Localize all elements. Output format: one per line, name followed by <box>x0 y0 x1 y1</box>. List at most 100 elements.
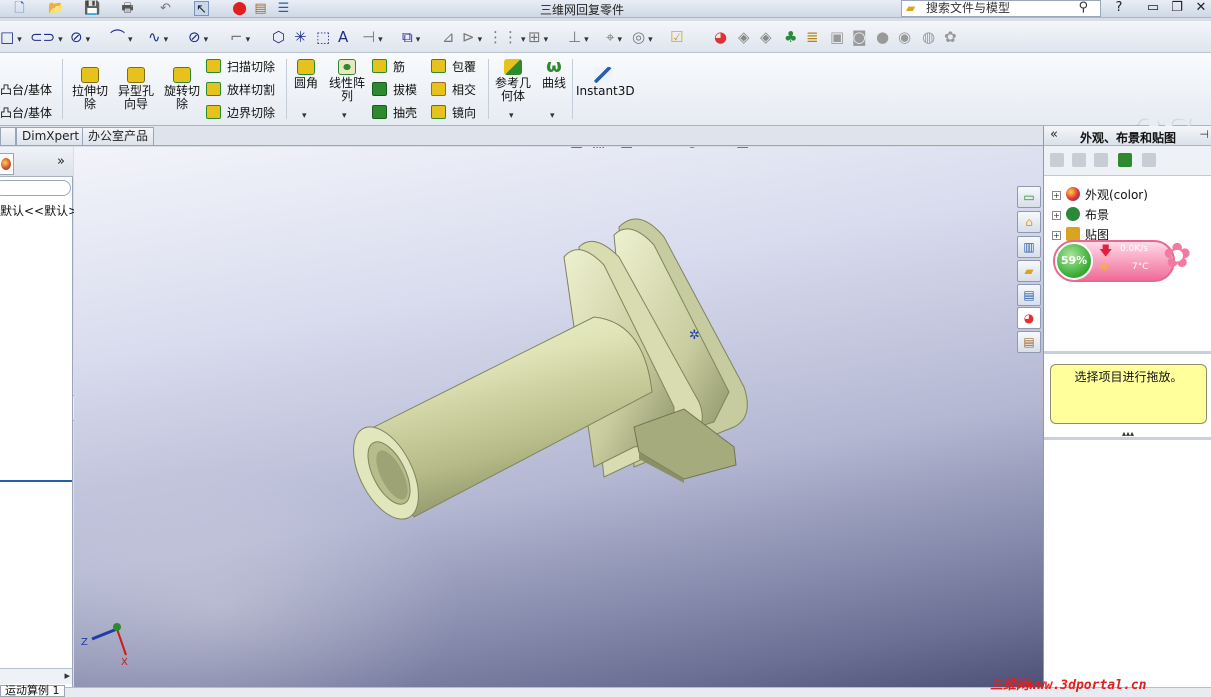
text-icon[interactable]: A <box>338 27 348 47</box>
circle-icon[interactable]: ⊘ <box>70 27 90 47</box>
revolve-cut-button[interactable]: 旋转切 除 <box>160 67 204 111</box>
linear-pattern-button[interactable]: 线性阵 列 <box>326 59 368 103</box>
move-entities-icon[interactable]: ⊳ <box>462 27 482 47</box>
save-icon[interactable]: 💾 <box>84 1 100 16</box>
smart-dimension-icon[interactable]: ⌖ <box>606 27 622 47</box>
horizontal-scrollbar[interactable] <box>0 668 72 684</box>
tab-dimxpert[interactable]: DimXpert <box>16 127 86 145</box>
graphics-viewport[interactable]: ✲ Z X ⊕ ⊕ ✎ ◫ ⬚ ▾ ■ ▾ ⊶ ▾ ◕ ♣ ▾ ▦ ▾ <box>74 147 1043 687</box>
lofted-cut-button[interactable]: 放样切割 <box>206 81 275 99</box>
part-model[interactable]: ✲ Z X <box>74 147 1043 687</box>
reference-geometry-button[interactable]: 参考几 何体 <box>492 59 534 103</box>
swept-cut-button[interactable]: 扫描切除 <box>206 58 275 76</box>
view-palette-tab[interactable]: ▤ <box>1017 284 1041 306</box>
render-region-icon[interactable]: ▣ <box>830 27 844 47</box>
back-icon[interactable] <box>1050 153 1064 167</box>
motion-study-tab[interactable]: 运动算例 1 <box>0 685 65 697</box>
tab-office-products[interactable]: 办公室产品 <box>82 127 155 145</box>
hide-show-items-icon[interactable]: ⊶ <box>648 147 662 150</box>
undo-icon[interactable]: ↶ <box>158 1 173 16</box>
offset-icon[interactable]: ⧉ <box>402 27 420 47</box>
photoview-icon[interactable]: ◈ <box>760 27 772 47</box>
render-schedule-icon[interactable]: ◉ <box>898 27 911 47</box>
expand-icon[interactable]: + <box>1052 211 1061 220</box>
ref-geometry-dropdown-icon[interactable]: ▾ <box>509 111 514 121</box>
wrap-button[interactable]: 包覆 <box>431 58 476 76</box>
tree-item-scene[interactable]: + 布景 <box>1052 206 1109 223</box>
folder-tab[interactable]: ▰ <box>1017 260 1041 282</box>
select-arrow-icon[interactable]: ↖ <box>194 1 209 17</box>
design-library-tab[interactable]: ⌂ <box>1017 211 1041 233</box>
up-icon[interactable] <box>1142 153 1156 167</box>
rapid-sketch-icon[interactable]: ☑ <box>670 27 683 47</box>
network-monitor-widget[interactable]: 59% 🡇 0.0K/s ☼ 7°C ✿ <box>1053 236 1199 288</box>
refresh-icon[interactable] <box>1118 153 1132 167</box>
scene-icon[interactable]: ♣ <box>784 27 797 47</box>
pane-splitter[interactable]: ▴▴▴ <box>1044 430 1211 440</box>
slot-icon[interactable]: ⊂⊃ <box>30 27 63 47</box>
display-style-icon[interactable]: ■ <box>620 147 633 150</box>
search-icon[interactable]: ⚲ <box>1078 0 1088 15</box>
ellipse-icon[interactable]: ⊘ <box>188 27 208 47</box>
quick-snaps-icon[interactable]: ◎ <box>632 27 653 47</box>
polygon-icon[interactable]: ⬡ <box>272 27 285 47</box>
close-button[interactable]: ✕ <box>1190 0 1211 17</box>
print-icon[interactable]: 🖶 <box>120 1 135 16</box>
search-input[interactable]: ▰ 搜索文件与模型 ⚲ <box>901 0 1101 17</box>
open-folder-icon[interactable]: 📂 <box>48 1 64 16</box>
trim-icon[interactable]: ⊣ <box>362 27 383 47</box>
centerline-icon[interactable]: ⬚ <box>316 27 330 47</box>
spline-icon[interactable]: ∿ <box>148 27 168 47</box>
intersect-button[interactable]: 相交 <box>431 81 476 99</box>
tab-partial[interactable] <box>0 127 16 145</box>
draft-button[interactable]: 拔模 <box>372 81 417 99</box>
render-recall-icon[interactable]: ◍ <box>922 27 935 47</box>
fillet-button[interactable]: 圆角 <box>290 59 322 90</box>
render-settings-icon[interactable]: ✿ <box>944 27 957 47</box>
boss-base-label-1[interactable]: 凸台/基体 <box>0 83 52 97</box>
pin-icon[interactable]: ⊣ <box>1199 128 1209 141</box>
mirror-entities-icon[interactable]: ⊿ <box>442 27 455 47</box>
add-folder-icon[interactable] <box>1094 153 1108 167</box>
mirror-button[interactable]: 镜向 <box>431 104 476 122</box>
edit-appearance-icon[interactable]: ◕ <box>686 147 698 150</box>
appearance-tab[interactable] <box>0 153 14 175</box>
tree-item-appearance[interactable]: + 外观(color) <box>1052 186 1148 203</box>
repair-sketch-icon[interactable]: ⊥ <box>568 27 589 47</box>
options-icon[interactable]: ☰ <box>276 1 291 16</box>
fillet-dropdown-icon[interactable]: ▾ <box>302 111 307 121</box>
display-relations-icon[interactable]: ⊞ <box>528 27 548 47</box>
filter-field[interactable] <box>0 180 71 196</box>
previous-view-icon[interactable]: ✎ <box>548 147 560 150</box>
render-final-icon[interactable]: ◙ <box>852 27 867 47</box>
rebuild-traffic-light-icon[interactable]: ⬤ <box>232 1 247 16</box>
extrude-cut-button[interactable]: 拉伸切 除 <box>68 67 112 111</box>
apply-scene-icon[interactable]: ♣ <box>708 147 721 150</box>
file-properties-icon[interactable]: ▤ <box>253 1 268 16</box>
point-icon[interactable]: ✳ <box>294 27 307 47</box>
expand-tabs-icon[interactable]: » <box>57 154 65 169</box>
boundary-cut-button[interactable]: 边界切除 <box>206 104 275 122</box>
rib-button[interactable]: 筋 <box>372 58 405 76</box>
pattern-dropdown-icon[interactable]: ▾ <box>342 111 347 121</box>
help-button[interactable]: ? <box>1108 0 1130 17</box>
new-document-icon[interactable]: 🗋 <box>12 1 27 16</box>
expand-icon[interactable]: + <box>1052 191 1061 200</box>
sketch-fillet-icon[interactable]: ⌐ <box>230 27 250 47</box>
zoom-area-icon[interactable]: ⊕ <box>524 147 536 150</box>
sketch-pattern-icon[interactable]: ⋮⋮ <box>488 27 526 47</box>
render-options-icon[interactable]: ● <box>876 27 889 47</box>
resources-tab[interactable]: ▭ <box>1017 186 1041 208</box>
custom-properties-tab[interactable]: ▤ <box>1017 331 1041 353</box>
zoom-to-fit-icon[interactable]: ⊕ <box>502 147 514 150</box>
curves-button[interactable]: ω 曲线 <box>538 58 570 90</box>
curves-dropdown-icon[interactable]: ▾ <box>550 111 555 121</box>
section-view-icon[interactable]: ◫ <box>570 147 583 150</box>
decal-icon[interactable]: ≣ <box>806 27 819 47</box>
view-orientation-icon[interactable]: ⬚ <box>592 147 605 150</box>
instant3d-button[interactable]: Instant3D <box>576 67 635 98</box>
file-explorer-tab[interactable]: ▥ <box>1017 236 1041 258</box>
arc-icon[interactable]: ⌒ <box>110 27 133 47</box>
rectangle-icon[interactable]: □ <box>0 27 22 47</box>
collapse-chevron-icon[interactable]: « <box>1050 127 1058 142</box>
